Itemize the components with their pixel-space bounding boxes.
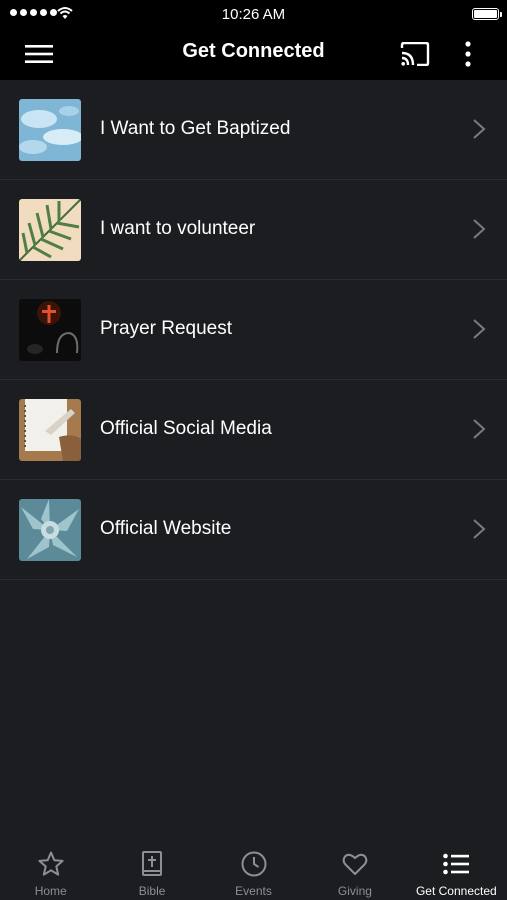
notebook-thumbnail	[19, 399, 81, 461]
chevron-right-icon	[473, 419, 486, 439]
list-icon	[443, 853, 470, 875]
item-label: Official Social Media	[100, 418, 272, 439]
item-label: Prayer Request	[100, 318, 233, 339]
tab-label: Giving	[337, 884, 372, 898]
tab-events[interactable]: Events	[203, 845, 304, 900]
star-icon	[38, 851, 64, 876]
more-options-button[interactable]	[448, 34, 488, 74]
tab-bible[interactable]: Bible	[101, 845, 202, 900]
tab-home[interactable]: Home	[0, 845, 101, 900]
item-label: I want to volunteer	[100, 218, 256, 239]
tab-label: Bible	[138, 884, 166, 898]
clock-icon	[241, 851, 267, 877]
cross-thumbnail	[19, 299, 81, 361]
cast-icon	[400, 42, 430, 66]
item-label: Official Website	[100, 518, 232, 539]
chevron-right-icon	[473, 519, 486, 539]
succulent-thumbnail	[19, 499, 81, 561]
menu-button[interactable]	[19, 34, 59, 74]
tab-label: Events	[235, 884, 272, 898]
bible-icon	[142, 851, 163, 876]
tab-giving[interactable]: Giving	[304, 845, 405, 900]
sky-thumbnail	[19, 99, 81, 161]
tab-get-connected[interactable]: Get Connected	[406, 845, 507, 900]
list-item-volunteer[interactable]: I want to volunteer	[0, 180, 507, 280]
list-item-social-media[interactable]: Official Social Media	[0, 380, 507, 480]
status-time: 10:26 AM	[221, 6, 286, 23]
palm-leaf-thumbnail	[19, 199, 81, 261]
tab-label: Get Connected	[415, 884, 497, 898]
list-item-baptized[interactable]: I Want to Get Baptized	[0, 80, 507, 180]
app-bar: Get Connected	[0, 28, 507, 80]
battery-icon	[472, 8, 502, 20]
chevron-right-icon	[473, 319, 486, 339]
connect-list: I Want to Get Baptized I want to volunte…	[0, 80, 507, 580]
chevron-right-icon	[473, 219, 486, 239]
hamburger-icon	[25, 45, 53, 63]
tab-label: Home	[34, 884, 67, 898]
cast-button[interactable]	[395, 34, 435, 74]
status-bar: 10:26 AM	[0, 0, 507, 28]
list-item-website[interactable]: Official Website	[0, 480, 507, 580]
more-vertical-icon	[465, 41, 471, 67]
chevron-right-icon	[473, 119, 486, 139]
list-item-prayer-request[interactable]: Prayer Request	[0, 280, 507, 380]
tab-bar: Home Bible Events Giving Get Connected	[0, 845, 507, 900]
item-label: I Want to Get Baptized	[100, 118, 291, 139]
heart-icon	[342, 853, 368, 875]
